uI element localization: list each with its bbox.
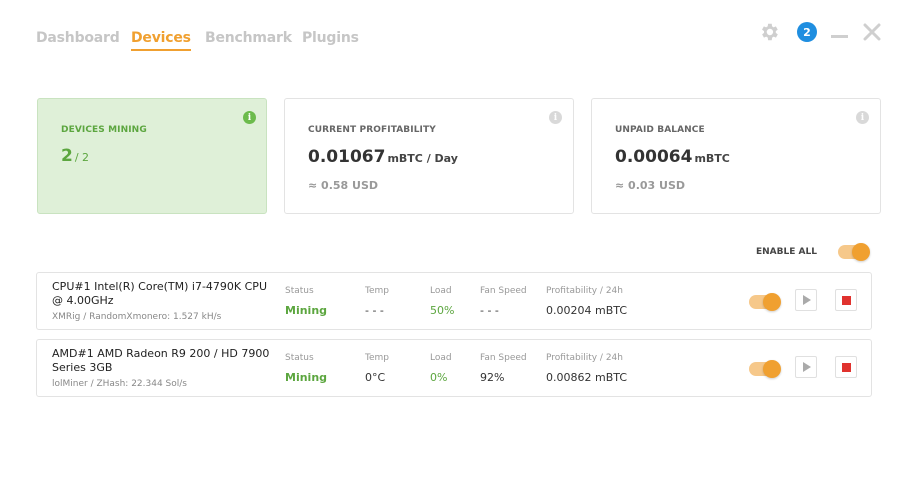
gear-icon[interactable]: [758, 21, 780, 47]
enable-all-toggle[interactable]: [838, 243, 870, 261]
profitability-value: 0.01067: [308, 147, 386, 167]
device-name: AMD#1 AMD Radeon R9 200 / HD 7900 Series…: [52, 347, 270, 374]
fan-column: Fan Speed - - -: [480, 286, 527, 317]
tab-dashboard[interactable]: Dashboard: [36, 30, 120, 46]
balance-value: 0.00064: [615, 147, 693, 167]
minimize-icon[interactable]: [831, 35, 848, 38]
tab-plugins[interactable]: Plugins: [302, 30, 359, 46]
temp-value: - - -: [365, 304, 384, 317]
status-header: Status: [285, 286, 314, 296]
device-toggle[interactable]: [749, 360, 781, 378]
play-icon: [803, 295, 811, 305]
load-column: Load 50%: [430, 286, 454, 317]
profit-column: Profitability / 24h 0.00204 mBTC: [546, 286, 627, 317]
profitability-card: CURRENT PROFITABILITY 0.01067 mBTC / Day …: [284, 98, 574, 214]
status-value: Mining: [285, 304, 328, 317]
devices-mining-card: DEVICES MINING 2/ 2 i: [37, 98, 267, 214]
info-icon[interactable]: i: [243, 111, 256, 124]
temp-column: Temp - - -: [365, 286, 389, 317]
info-icon[interactable]: i: [549, 111, 562, 124]
devices-mining-total: / 2: [74, 151, 90, 164]
notification-badge[interactable]: 2: [797, 22, 817, 42]
devices-mining-label: DEVICES MINING: [61, 125, 147, 135]
tab-devices[interactable]: Devices: [131, 30, 191, 51]
balance-label: UNPAID BALANCE: [615, 125, 705, 135]
profit-value: 0.00862 mBTC: [546, 371, 628, 384]
stop-icon: [841, 362, 851, 372]
fan-header: Fan Speed: [480, 286, 527, 296]
device-toggle[interactable]: [749, 293, 781, 311]
temp-header: Temp: [365, 353, 389, 363]
stop-button[interactable]: [835, 356, 857, 378]
stop-button[interactable]: [835, 289, 857, 311]
device-name: CPU#1 Intel(R) Core(TM) i7-4790K CPU @ 4…: [52, 280, 267, 307]
fan-header: Fan Speed: [480, 353, 527, 363]
profitability-label: CURRENT PROFITABILITY: [308, 125, 436, 135]
enable-all-label: ENABLE ALL: [756, 247, 817, 257]
status-column: Status Mining: [285, 353, 327, 384]
start-button[interactable]: [795, 356, 817, 378]
fan-value: 92%: [480, 371, 505, 384]
balance-usd: ≈ 0.03 USD: [615, 179, 686, 192]
fan-value: - - -: [480, 304, 499, 317]
profit-column: Profitability / 24h 0.00862 mBTC: [546, 353, 627, 384]
device-row: AMD#1 AMD Radeon R9 200 / HD 7900 Series…: [36, 339, 872, 397]
start-button[interactable]: [795, 289, 817, 311]
stop-icon: [841, 295, 851, 305]
load-header: Load: [430, 286, 452, 296]
load-column: Load 0%: [430, 353, 452, 384]
close-icon[interactable]: [863, 23, 881, 45]
tab-benchmark[interactable]: Benchmark: [205, 30, 292, 46]
profitability-unit: mBTC / Day: [387, 152, 458, 165]
profit-header: Profitability / 24h: [546, 353, 623, 363]
balance-card: UNPAID BALANCE 0.00064 mBTC ≈ 0.03 USD i: [591, 98, 881, 214]
profit-header: Profitability / 24h: [546, 286, 623, 296]
device-algorithm: lolMiner / ZHash: 22.344 Sol/s: [52, 379, 187, 389]
device-row: CPU#1 Intel(R) Core(TM) i7-4790K CPU @ 4…: [36, 272, 872, 330]
status-header: Status: [285, 353, 314, 363]
profitability-usd: ≈ 0.58 USD: [308, 179, 379, 192]
load-value: 50%: [430, 304, 455, 317]
status-value: Mining: [285, 371, 328, 384]
info-icon[interactable]: i: [856, 111, 869, 124]
temp-column: Temp 0°C: [365, 353, 389, 384]
profit-value: 0.00204 mBTC: [546, 304, 628, 317]
device-algorithm: XMRig / RandomXmonero: 1.527 kH/s: [52, 312, 222, 322]
balance-unit: mBTC: [694, 152, 730, 165]
load-value: 0%: [430, 371, 448, 384]
devices-mining-value: 2: [61, 146, 73, 166]
status-column: Status Mining: [285, 286, 327, 317]
temp-header: Temp: [365, 286, 389, 296]
fan-column: Fan Speed 92%: [480, 353, 527, 384]
temp-value: 0°C: [365, 371, 386, 384]
play-icon: [803, 362, 811, 372]
load-header: Load: [430, 353, 452, 363]
